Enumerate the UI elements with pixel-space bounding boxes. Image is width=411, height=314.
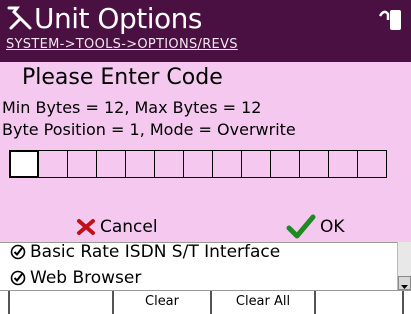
tools-icon	[7, 6, 32, 30]
softkey-bar: Clear Clear All	[0, 290, 411, 314]
code-slot[interactable]	[299, 150, 329, 178]
softkey-empty-1[interactable]	[8, 291, 114, 314]
code-slot[interactable]	[38, 150, 68, 178]
clear-button[interactable]: Clear	[112, 291, 212, 314]
enter-code-dialog: Please Enter Code Min Bytes = 12, Max By…	[0, 62, 411, 242]
checkmark-icon	[286, 214, 316, 239]
code-slot[interactable]	[67, 150, 97, 178]
code-slot[interactable]	[154, 150, 184, 178]
scroll-down-button[interactable]	[398, 276, 411, 290]
code-slot[interactable]	[9, 150, 39, 178]
list-item[interactable]: Web Browser	[10, 267, 141, 289]
title-bar: Unit Options SYSTEM->TOOLS->OPTIONS/REVS	[0, 0, 411, 62]
softkey-empty-4[interactable]	[314, 291, 404, 314]
code-slot[interactable]	[212, 150, 242, 178]
clear-all-button[interactable]: Clear All	[210, 291, 316, 314]
byte-limits-text: Min Bytes = 12, Max Bytes = 12	[2, 98, 262, 117]
code-slot[interactable]	[183, 150, 213, 178]
list-item-label: Basic Rate ISDN S/T Interface	[30, 242, 281, 262]
cancel-icon	[77, 219, 95, 235]
code-slot[interactable]	[96, 150, 126, 178]
ok-label: OK	[320, 217, 345, 237]
options-list: Basic Rate ISDN S/T Interface Web Browse…	[0, 242, 411, 291]
code-entry-row[interactable]	[9, 150, 387, 178]
check-circle-icon	[10, 270, 26, 286]
code-slot[interactable]	[357, 150, 387, 178]
list-item[interactable]: Basic Rate ISDN S/T Interface	[10, 241, 280, 263]
code-slot[interactable]	[125, 150, 155, 178]
ok-button[interactable]: OK	[286, 212, 345, 242]
byte-position-text: Byte Position = 1, Mode = Overwrite	[2, 120, 296, 139]
code-slot[interactable]	[328, 150, 358, 178]
code-slot[interactable]	[270, 150, 300, 178]
cancel-button[interactable]: Cancel	[76, 212, 158, 242]
code-slot[interactable]	[241, 150, 271, 178]
app-title: Unit Options	[34, 2, 202, 35]
plug-icon	[378, 10, 401, 30]
check-circle-icon	[10, 244, 26, 260]
breadcrumb[interactable]: SYSTEM->TOOLS->OPTIONS/REVS	[6, 37, 238, 53]
cancel-label: Cancel	[100, 217, 158, 237]
list-scrollbar[interactable]	[397, 242, 411, 290]
list-item-label: Web Browser	[30, 268, 142, 288]
dialog-title: Please Enter Code	[22, 65, 223, 90]
